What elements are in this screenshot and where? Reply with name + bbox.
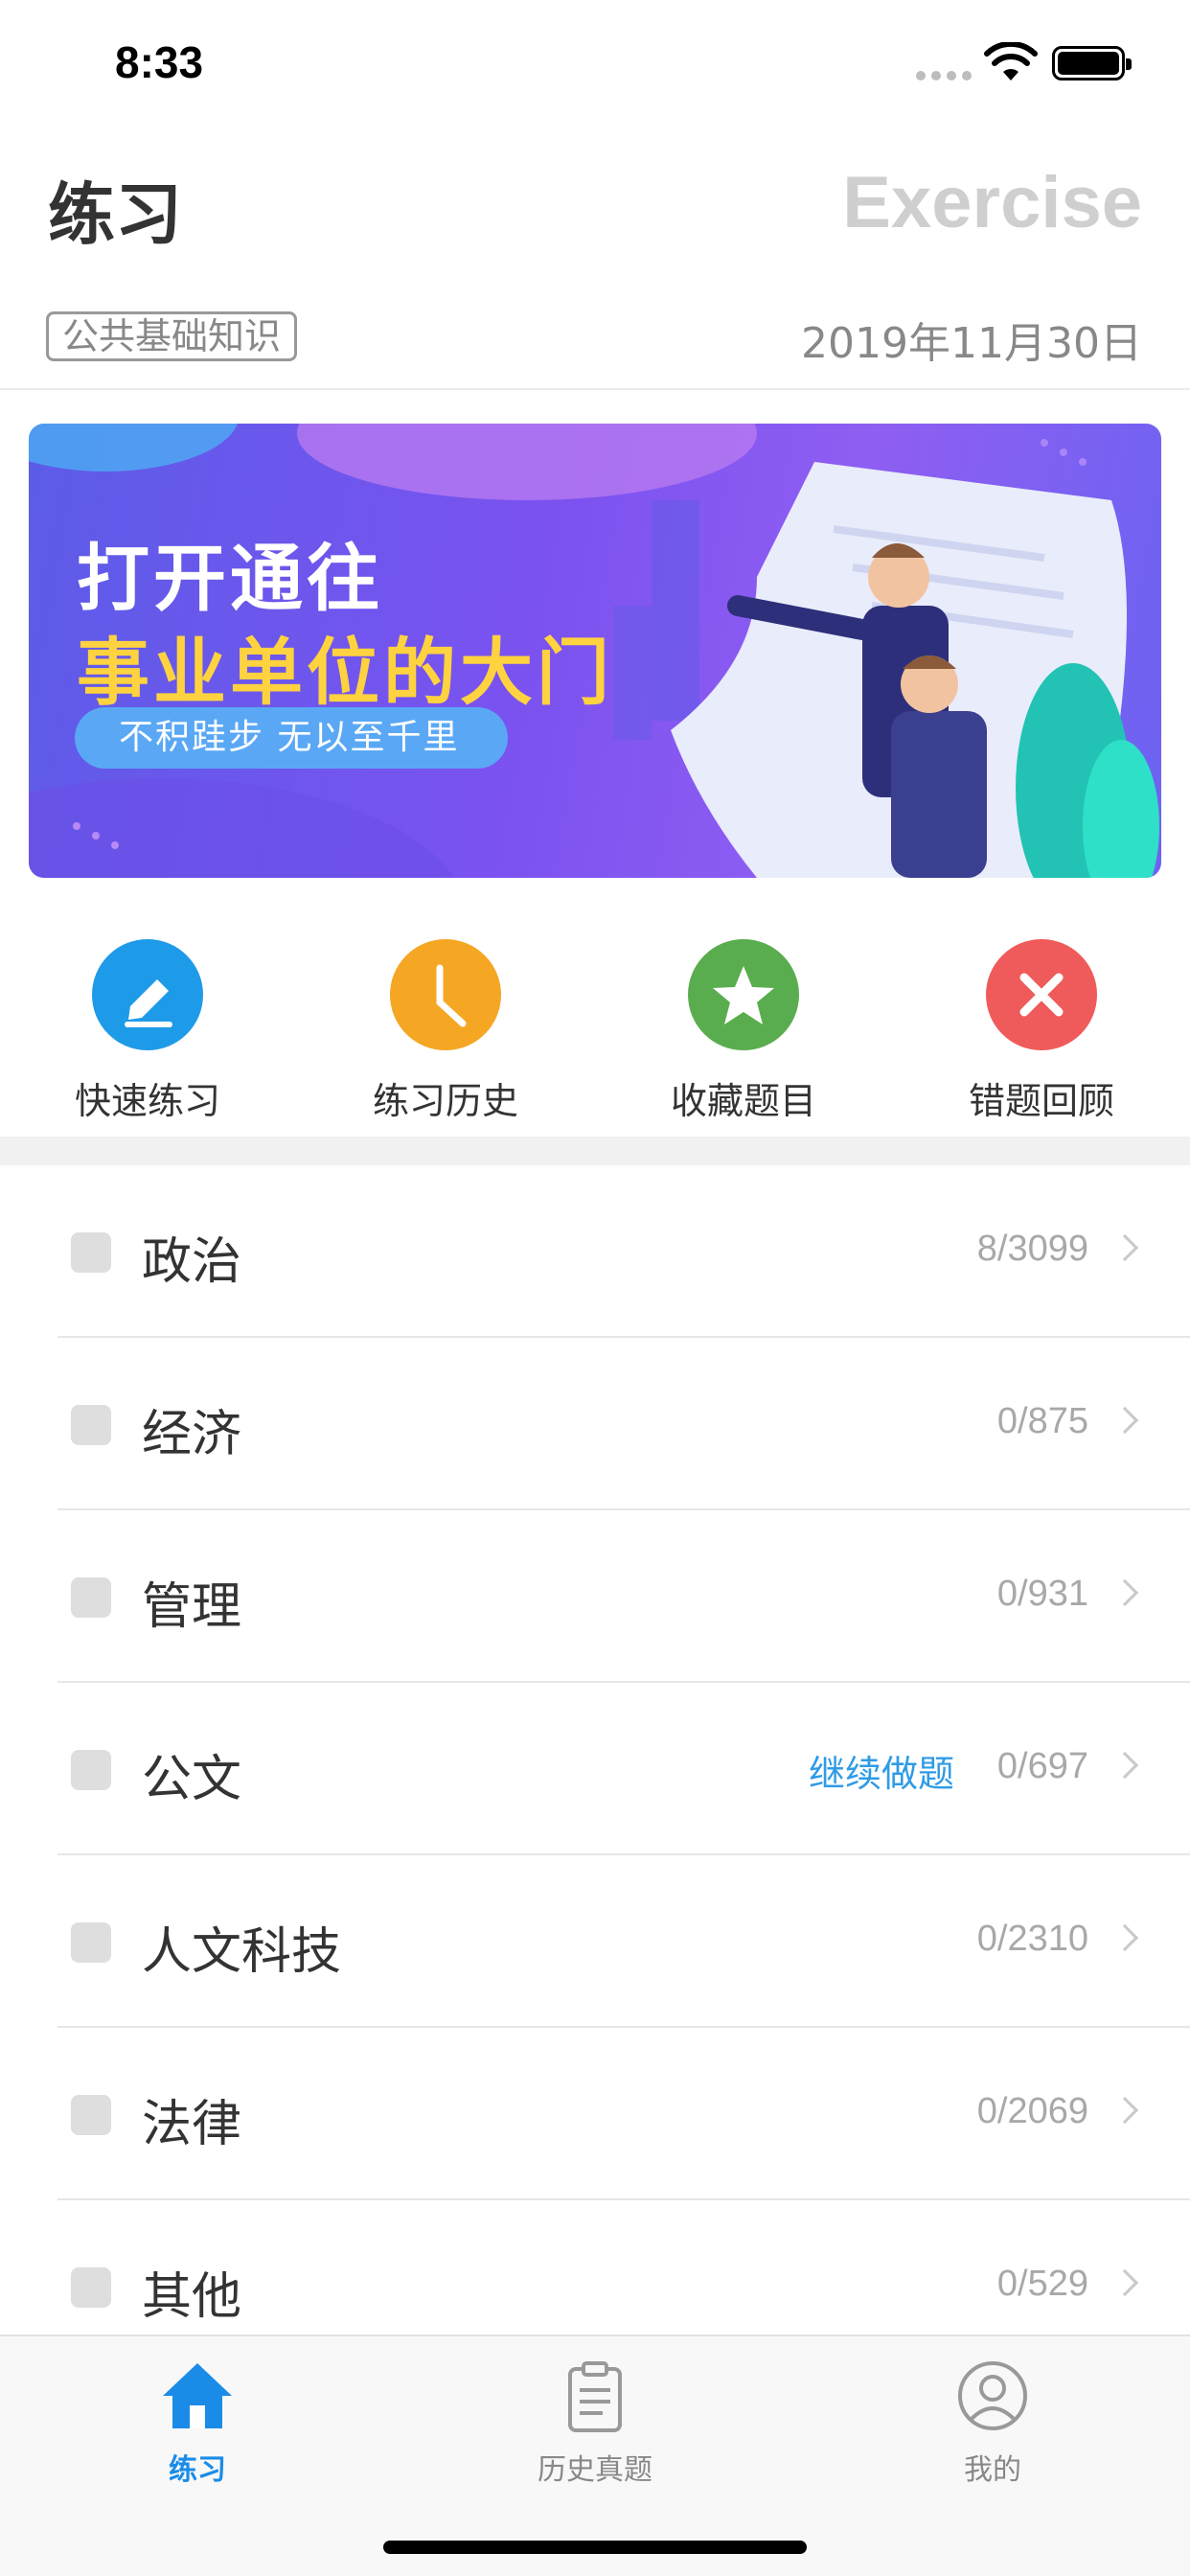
tab-profile[interactable]: 我的 [878, 2358, 1108, 2488]
banner-headline-1: 打开通往 [77, 536, 383, 621]
tab-past-exams[interactable]: 历史真题 [480, 2358, 710, 2488]
status-bar: 8:33 [0, 0, 1190, 126]
chevron-right-icon [1110, 1233, 1139, 1262]
favorites-button[interactable]: 收藏题目 [629, 939, 858, 1124]
list-item[interactable]: 公文 继续做题 0/697 [0, 1683, 1190, 1855]
clipboard-icon [568, 2361, 622, 2432]
progress-count: 0/697 [996, 1746, 1088, 1786]
tab-label: 我的 [964, 2453, 1021, 2487]
promo-banner[interactable]: 打开通往 事业单位的大门 不积跬步 无以至千里 [29, 424, 1161, 878]
banner-headline-2: 事业单位的大门 [77, 630, 613, 715]
wifi-icon [984, 42, 1038, 80]
checkbox[interactable] [71, 2095, 111, 2135]
list-item[interactable]: 经济 0/875 [0, 1338, 1190, 1510]
chevron-right-icon [1110, 1751, 1139, 1780]
chevron-right-icon [1110, 1923, 1139, 1952]
list-item[interactable]: 管理 0/931 [0, 1510, 1190, 1683]
category-name: 政治 [142, 1233, 242, 1291]
checkbox[interactable] [71, 1922, 111, 1963]
checkbox[interactable] [71, 1405, 111, 1445]
chevron-right-icon [1110, 1406, 1139, 1435]
progress-count: 0/931 [996, 1574, 1088, 1614]
progress-count: 0/529 [996, 2264, 1088, 2304]
chevron-right-icon [1110, 1578, 1139, 1607]
list-item[interactable]: 人文科技 0/2310 [0, 1855, 1190, 2028]
checkbox[interactable] [71, 1577, 111, 1618]
section-separator [0, 1137, 1190, 1165]
category-list: 政治 8/3099 经济 0/875 管理 0/931 公文 继续做题 0/69… [0, 1165, 1190, 2373]
page-title: 练习 [48, 175, 182, 254]
tab-label: 历史真题 [538, 2453, 652, 2487]
date-text: 2019年11月30日 [801, 319, 1142, 368]
close-icon [986, 939, 1097, 1050]
list-item[interactable]: 政治 8/3099 [0, 1165, 1190, 1338]
list-item[interactable]: 法律 0/2069 [0, 2028, 1190, 2200]
checkbox[interactable] [71, 1750, 111, 1790]
home-indicator[interactable] [383, 2541, 807, 2554]
category-name: 公文 [142, 1751, 242, 1808]
page-title-en: Exercise [842, 162, 1142, 243]
chevron-right-icon [1110, 2096, 1139, 2125]
category-name: 经济 [142, 1406, 242, 1463]
quick-actions: 快速练习 练习历史 收藏题目 错题回顾 [0, 939, 1190, 1124]
cellular-signal-icon [916, 71, 972, 80]
clock-icon [390, 939, 501, 1050]
pencil-icon [92, 939, 203, 1050]
practice-history-label: 练习历史 [372, 1080, 518, 1122]
wrong-answers-label: 错题回顾 [968, 1080, 1114, 1122]
continue-practice-link[interactable]: 继续做题 [809, 1744, 954, 1797]
tab-bar: 练习 历史真题 我的 [0, 2334, 1190, 2576]
subject-tag[interactable]: 公共基础知识 [46, 311, 298, 361]
quick-practice-button[interactable]: 快速练习 [33, 939, 263, 1124]
home-icon [163, 2363, 232, 2428]
battery-icon [1052, 46, 1132, 80]
category-name: 其他 [142, 2268, 242, 2326]
status-time: 8:33 [115, 37, 204, 87]
progress-count: 0/2310 [976, 1919, 1088, 1959]
quick-practice-label: 快速练习 [74, 1080, 220, 1122]
star-icon [688, 939, 799, 1050]
tab-label: 练习 [169, 2453, 226, 2487]
header-divider [0, 388, 1190, 390]
banner-slogan: 不积跬步 无以至千里 [75, 707, 508, 769]
progress-count: 8/3099 [976, 1229, 1088, 1269]
checkbox[interactable] [71, 2267, 111, 2308]
chevron-right-icon [1110, 2268, 1139, 2297]
progress-count: 0/2069 [976, 2091, 1088, 2131]
user-icon [958, 2361, 1027, 2430]
progress-count: 0/875 [996, 1401, 1088, 1441]
practice-history-button[interactable]: 练习历史 [331, 939, 561, 1124]
category-name: 人文科技 [142, 1923, 342, 1981]
wrong-answers-button[interactable]: 错题回顾 [927, 939, 1156, 1124]
favorites-label: 收藏题目 [670, 1080, 816, 1122]
tab-practice[interactable]: 练习 [82, 2358, 312, 2488]
checkbox[interactable] [71, 1232, 111, 1273]
category-name: 管理 [142, 1578, 242, 1636]
category-name: 法律 [142, 2096, 242, 2153]
